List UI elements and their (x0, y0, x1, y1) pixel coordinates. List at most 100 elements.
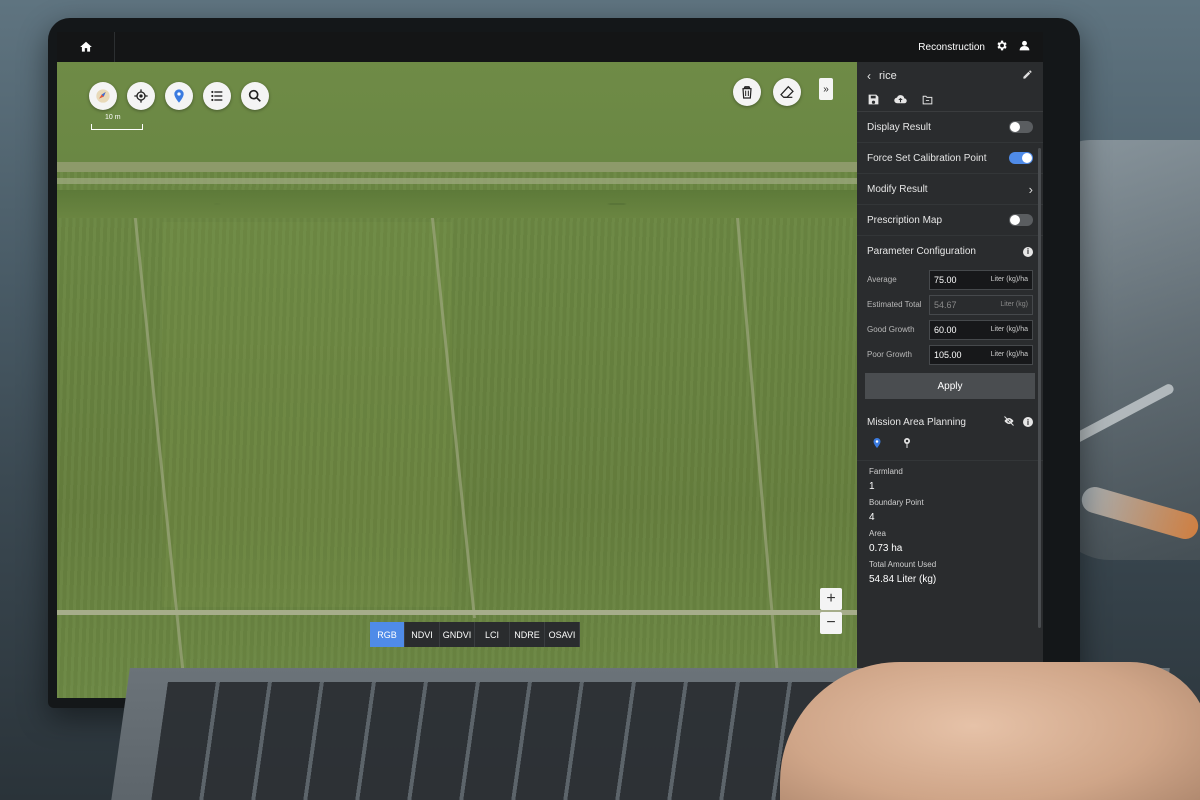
good-growth-input[interactable]: 60.00 Liter (kg)/ha (929, 319, 1033, 340)
save-button[interactable] (867, 93, 880, 109)
average-label: Average (867, 275, 897, 284)
force-calibration-toggle[interactable] (1009, 152, 1033, 164)
eraser-button[interactable] (773, 78, 801, 106)
search-icon (248, 89, 261, 102)
poor-growth-unit: Liter (kg)/ha (990, 351, 1028, 358)
field-ditch (736, 218, 781, 698)
search-button[interactable] (241, 82, 269, 110)
map-toolbar-right (733, 78, 801, 106)
estimated-total-value: 54.67 (934, 299, 957, 310)
poor-growth-input[interactable]: 105.00 Liter (kg)/ha (929, 344, 1033, 365)
farm-road (57, 162, 857, 172)
map-pin-icon (174, 89, 184, 103)
poor-growth-row: Poor Growth 105.00 Liter (kg)/ha (857, 342, 1043, 367)
parameter-configuration-header: Parameter Configuration i (857, 236, 1043, 267)
locate-button[interactable] (127, 82, 155, 110)
collapse-panel-button[interactable]: » (819, 78, 833, 100)
user-button[interactable] (1018, 39, 1031, 55)
modify-result-row[interactable]: Modify Result › (857, 174, 1043, 205)
index-button-ndre[interactable]: NDRE (510, 622, 545, 647)
compass-button[interactable] (89, 82, 117, 110)
top-bar-right: Reconstruction (918, 39, 1043, 55)
zoom-in-button[interactable]: + (820, 588, 842, 610)
map-pin-icon (873, 438, 881, 448)
index-button-gndvi[interactable]: GNDVI (440, 622, 475, 647)
panel-scrollbar[interactable] (1038, 148, 1041, 628)
good-growth-row: Good Growth 60.00 Liter (kg)/ha (857, 317, 1043, 342)
poor-growth-label: Poor Growth (867, 350, 912, 359)
export-icon (922, 95, 933, 104)
area-label: Area (869, 529, 886, 538)
estimated-total-unit: Liter (kg) (1000, 301, 1028, 308)
field-ditch (57, 610, 857, 615)
user-icon (1019, 40, 1030, 51)
area-value: 0.73 ha (869, 543, 903, 554)
total-amount-label: Total Amount Used (869, 560, 937, 569)
index-button-rgb[interactable]: RGB (370, 622, 405, 647)
force-calibration-label: Force Set Calibration Point (867, 152, 987, 164)
eraser-icon (780, 85, 794, 98)
farmland-value: 1 (869, 481, 875, 492)
index-button-osavi[interactable]: OSAVI (545, 622, 580, 647)
eye-off-icon (1004, 415, 1014, 426)
good-growth-unit: Liter (kg)/ha (990, 326, 1028, 333)
average-input[interactable]: 75.00 Liter (kg)/ha (929, 269, 1033, 290)
zoom-controls: + − (820, 588, 842, 634)
export-button[interactable] (921, 93, 934, 109)
farmland-label: Farmland (869, 467, 903, 476)
home-button[interactable] (57, 32, 115, 62)
upload-button[interactable] (894, 93, 907, 109)
add-point-button[interactable] (901, 437, 913, 452)
boundary-point-label: Boundary Point (869, 498, 924, 507)
area-stat: Area 0.73 ha (857, 523, 1043, 554)
parameter-configuration-label: Parameter Configuration (867, 246, 976, 257)
panel-header: ‹ rice (857, 62, 1043, 90)
info-icon[interactable]: i (1023, 246, 1033, 257)
boundary-point-value: 4 (869, 512, 875, 523)
index-button-ndvi[interactable]: NDVI (405, 622, 440, 647)
prescription-map-row: Prescription Map (857, 205, 1043, 236)
estimated-total-row: Estimated Total 54.67 Liter (kg) (857, 292, 1043, 317)
info-icon[interactable]: i (1023, 417, 1033, 427)
boundary-point-stat: Boundary Point 4 (857, 492, 1043, 523)
average-unit: Liter (kg)/ha (990, 276, 1028, 283)
total-amount-value: 54.84 Liter (kg) (869, 574, 937, 585)
average-value: 75.00 (934, 274, 957, 285)
good-growth-value: 60.00 (934, 324, 957, 335)
add-area-button[interactable] (871, 437, 883, 452)
index-button-lci[interactable]: LCI (475, 622, 510, 647)
display-result-row: Display Result (857, 112, 1043, 143)
mission-tools (857, 435, 1043, 461)
visibility-toggle-button[interactable] (1003, 415, 1023, 430)
field-top (57, 62, 857, 162)
zoom-out-button[interactable]: − (820, 612, 842, 634)
apply-button[interactable]: Apply (865, 373, 1035, 399)
edit-button[interactable] (1022, 69, 1033, 83)
modify-result-label: Modify Result (867, 183, 928, 195)
display-result-label: Display Result (867, 121, 931, 133)
user-hand (780, 662, 1200, 800)
list-button[interactable] (203, 82, 231, 110)
mission-area-planning-header: Mission Area Planning i (857, 409, 1043, 435)
farm-track (57, 178, 857, 184)
map-view[interactable]: 10 m » RGB NDVI GNDVI LCI NDRE OSAVI + − (57, 62, 857, 698)
display-result-toggle[interactable] (1009, 121, 1033, 133)
prescription-map-toggle[interactable] (1009, 214, 1033, 226)
map-scale-bar (91, 124, 143, 130)
app-screen: Reconstruction 10 m » RGB NDVI GNDVI LCI… (57, 32, 1043, 698)
point-marker-icon (904, 438, 910, 448)
settings-button[interactable] (995, 39, 1008, 55)
force-calibration-row: Force Set Calibration Point (857, 143, 1043, 174)
delete-button[interactable] (733, 78, 761, 106)
map-pin-button[interactable] (165, 82, 193, 110)
edit-icon (1023, 70, 1032, 79)
map-scale-label: 10 m (105, 114, 121, 121)
poor-growth-value: 105.00 (934, 349, 962, 360)
side-panel: ‹ rice Display Result Force Set Calibrat… (857, 62, 1043, 698)
chevron-right-icon: › (1028, 181, 1033, 197)
compass-icon (96, 89, 110, 103)
prescription-map-label: Prescription Map (867, 214, 943, 226)
back-button[interactable]: ‹ (867, 69, 871, 83)
trash-icon (742, 86, 752, 99)
home-icon (79, 41, 92, 52)
